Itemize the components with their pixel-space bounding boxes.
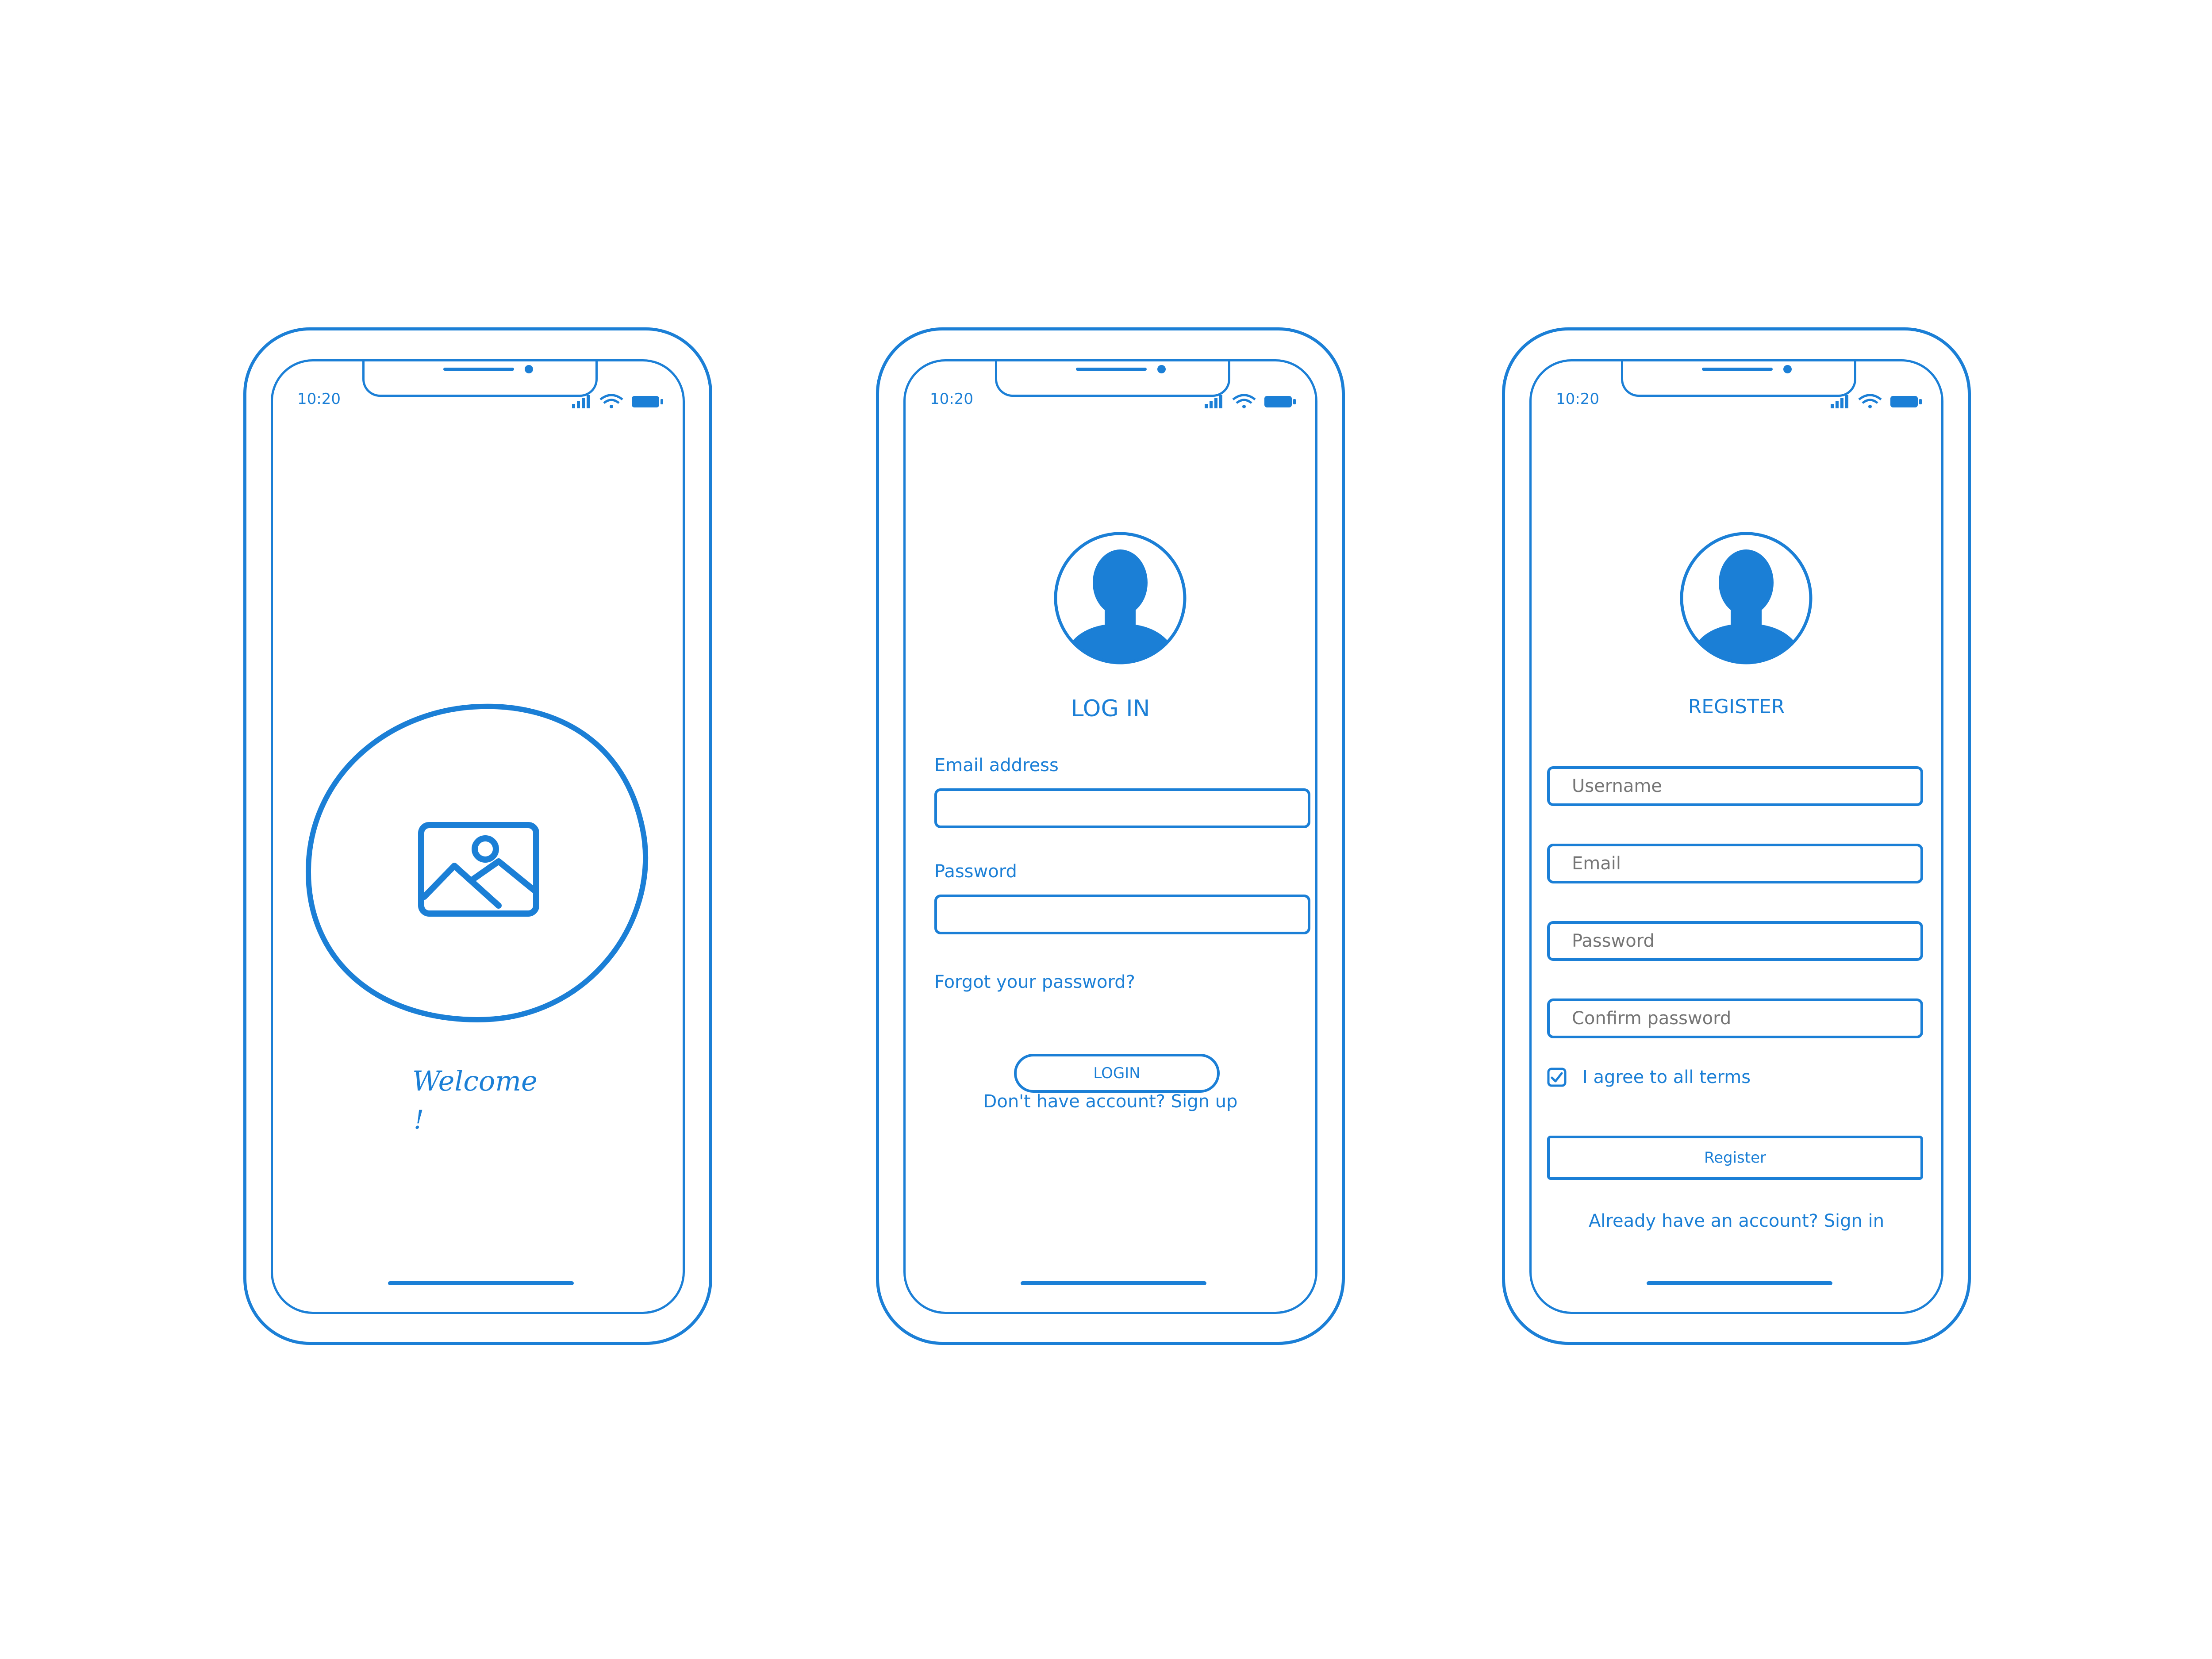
login-phone: 10:20 LOG IN Email address Password Forg… <box>876 327 1345 1345</box>
signin-link[interactable]: Already have an account? Sign in <box>1532 1211 1941 1231</box>
front-camera <box>525 365 533 373</box>
wifi-icon <box>599 394 623 408</box>
image-blob-outline <box>305 703 648 1023</box>
wifi-icon <box>1858 394 1882 408</box>
login-title: LOG IN <box>1071 695 1150 722</box>
status-time: 10:20 <box>297 390 341 408</box>
welcome-screen: 10:20 Welcome ! <box>271 359 685 1314</box>
email-field[interactable] <box>1547 844 1923 883</box>
speaker-grille <box>1076 368 1147 371</box>
welcome-title: Welcome <box>412 1065 538 1097</box>
password-label: Password <box>934 861 1017 882</box>
status-time: 10:20 <box>1556 390 1599 408</box>
front-camera <box>1783 365 1792 373</box>
checkbox-checked-icon[interactable] <box>1547 1068 1567 1087</box>
welcome-phone: 10:20 Welcome ! <box>243 327 712 1345</box>
status-icons <box>1205 394 1296 408</box>
username-field[interactable] <box>1547 766 1923 806</box>
image-placeholder <box>305 703 648 1023</box>
register-title: REGISTER <box>1688 695 1785 718</box>
register-phone: 10:20 REGISTER Username Email I agree to… <box>1502 327 1971 1345</box>
user-avatar-icon <box>1680 532 1813 664</box>
phone-notch <box>995 361 1230 397</box>
forgot-password-link[interactable]: Forgot your password? <box>934 972 1135 992</box>
wifi-icon <box>1232 394 1256 408</box>
email-field[interactable] <box>934 788 1310 828</box>
email-label: Email address <box>934 755 1059 776</box>
password-field[interactable] <box>934 895 1310 934</box>
phone-notch <box>362 361 598 397</box>
terms-label: I agree to all terms <box>1582 1067 1751 1087</box>
user-avatar-icon <box>1054 532 1187 664</box>
confirm-password-field[interactable] <box>1547 998 1923 1038</box>
battery-icon <box>1264 396 1296 407</box>
home-indicator[interactable] <box>388 1281 574 1285</box>
signal-icon <box>1831 395 1848 408</box>
register-screen: 10:20 REGISTER Username Email I agree to… <box>1529 359 1943 1314</box>
status-icons <box>572 394 663 408</box>
login-button[interactable]: LOGIN <box>1014 1054 1220 1093</box>
speaker-grille <box>1702 368 1773 371</box>
status-icons <box>1831 394 1922 408</box>
battery-icon <box>632 396 663 407</box>
login-screen: 10:20 LOG IN Email address Password Forg… <box>903 359 1317 1314</box>
speaker-grille <box>443 368 514 371</box>
password-field[interactable] <box>1547 921 1923 961</box>
home-indicator[interactable] <box>1021 1281 1206 1285</box>
front-camera <box>1157 365 1166 373</box>
register-button[interactable]: Register <box>1547 1136 1923 1180</box>
status-time: 10:20 <box>930 390 973 408</box>
phone-notch <box>1621 361 1856 397</box>
image-placeholder-icon <box>418 822 539 917</box>
welcome-exclamation: ! <box>414 1105 424 1135</box>
battery-icon <box>1890 396 1922 407</box>
home-indicator[interactable] <box>1647 1281 1832 1285</box>
signal-icon <box>572 395 590 408</box>
signup-link[interactable]: Don't have account? Sign up <box>906 1091 1315 1112</box>
signal-icon <box>1205 395 1222 408</box>
